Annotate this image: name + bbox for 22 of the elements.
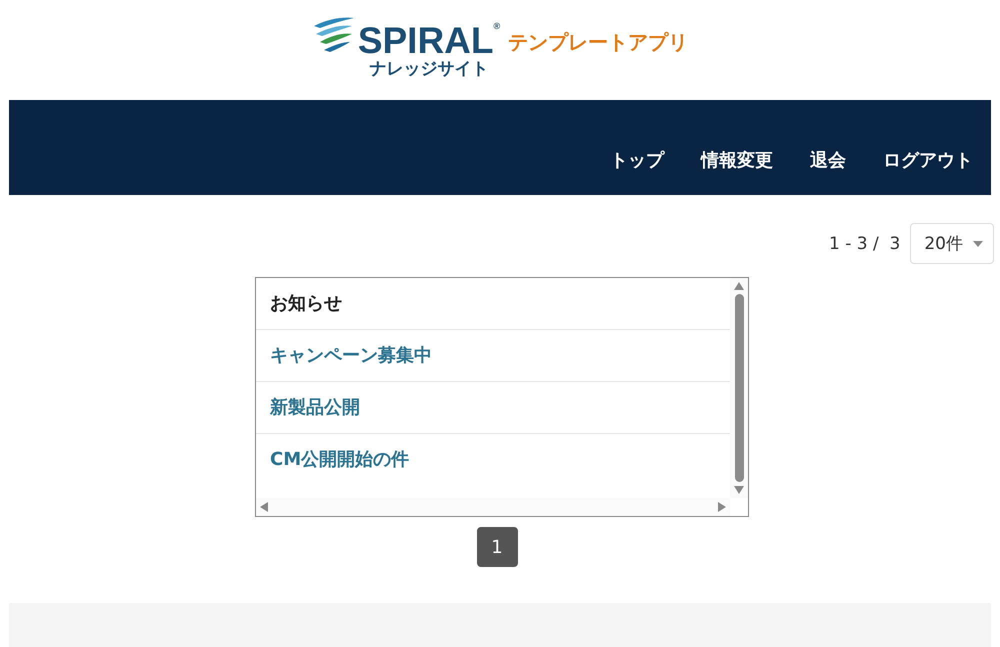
nav-link[interactable]: 退会 bbox=[810, 124, 846, 172]
result-count: 1 - 3 / 3 bbox=[829, 234, 900, 254]
scrollbar-thumb[interactable] bbox=[734, 294, 744, 482]
scroll-down-icon[interactable] bbox=[734, 486, 744, 494]
app-name: テンプレートアプリ bbox=[508, 28, 688, 56]
scroll-left-icon[interactable] bbox=[260, 502, 268, 512]
nav-link[interactable]: トップ bbox=[610, 124, 664, 172]
nav-link[interactable]: ログアウト bbox=[883, 124, 973, 172]
nav-link[interactable]: 情報変更 bbox=[701, 124, 773, 172]
news-link[interactable]: キャンペーン募集中 bbox=[256, 330, 730, 382]
news-link[interactable]: CM公開開始の件 bbox=[256, 434, 730, 485]
news-link[interactable]: 新製品公開 bbox=[256, 382, 730, 434]
list-heading: お知らせ bbox=[256, 278, 730, 330]
per-page-select[interactable]: 20件 bbox=[910, 223, 994, 264]
horizontal-scrollbar[interactable] bbox=[256, 498, 730, 516]
scroll-right-icon[interactable] bbox=[718, 502, 726, 512]
caret-icon bbox=[973, 240, 983, 246]
vertical-scrollbar[interactable] bbox=[730, 278, 748, 498]
logo-text: SPIRAL$^{®}$ bbox=[358, 22, 500, 59]
logo-subtitle: ナレッジサイト bbox=[369, 61, 488, 78]
page-button[interactable]: 1 bbox=[476, 527, 518, 567]
scroll-up-icon[interactable] bbox=[734, 282, 744, 290]
